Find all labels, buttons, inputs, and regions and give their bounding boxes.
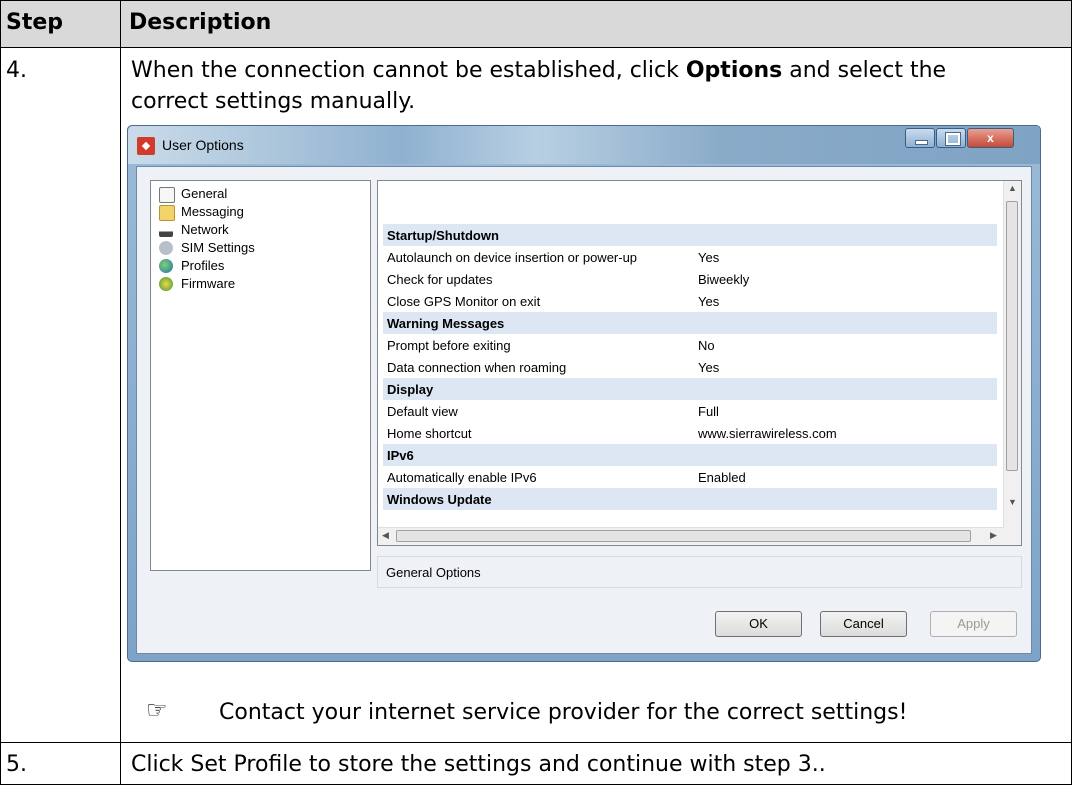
- ok-button[interactable]: OK: [715, 611, 802, 637]
- step-number: 5.: [6, 752, 27, 777]
- setting-row[interactable]: Home shortcut www.sierrawireless.com: [383, 422, 997, 444]
- step-description-line1: When the connection cannot be establishe…: [131, 55, 946, 86]
- desc-text-end: and select the: [782, 58, 947, 83]
- setting-value: Yes: [698, 250, 720, 265]
- scroll-right-icon[interactable]: ▶: [990, 530, 997, 541]
- setting-value: www.sierrawireless.com: [698, 426, 837, 441]
- table-header: Step Description: [0, 0, 1072, 48]
- section-header: Windows Update: [383, 488, 997, 510]
- options-nav: General Messaging Network SIM Settings P…: [150, 180, 371, 571]
- setting-row[interactable]: Close GPS Monitor on exit Yes: [383, 290, 997, 312]
- general-icon: [159, 187, 175, 203]
- section-title: Display: [387, 382, 434, 397]
- user-options-window: User Options x General Messaging Network…: [127, 125, 1041, 662]
- nav-label: Network: [181, 222, 229, 237]
- nav-label: General: [181, 186, 228, 201]
- setting-row[interactable]: Check for updates Biweekly: [383, 268, 997, 290]
- section-header: Startup/Shutdown: [383, 224, 997, 246]
- setting-row[interactable]: Autolaunch on device insertion or power-…: [383, 246, 997, 268]
- section-header: IPv6: [383, 444, 997, 466]
- settings-grid: Startup/Shutdown Autolaunch on device ins…: [377, 180, 1022, 546]
- section-title: Warning Messages: [387, 316, 505, 331]
- desc-text: When the connection cannot be establishe…: [131, 58, 686, 83]
- options-keyword: Options: [685, 58, 783, 83]
- section-title: IPv6: [387, 448, 414, 463]
- setting-name: Home shortcut: [387, 426, 472, 441]
- apply-button[interactable]: Apply: [930, 611, 1017, 637]
- scroll-left-icon[interactable]: ◀: [382, 530, 389, 541]
- row-divider: [0, 742, 1072, 743]
- window-title: User Options: [162, 137, 244, 153]
- setting-name: Check for updates: [387, 272, 493, 287]
- step-description-line2: correct settings manually.: [131, 89, 416, 114]
- setting-name: Prompt before exiting: [387, 338, 511, 353]
- sim-icon: [156, 238, 176, 258]
- setting-value: Biweekly: [698, 272, 750, 287]
- setting-row[interactable]: Automatically enable IPv6 Enabled: [383, 466, 997, 488]
- vertical-scroll-thumb[interactable]: [1006, 201, 1018, 471]
- nav-label: SIM Settings: [181, 240, 255, 255]
- download-icon: [159, 277, 173, 291]
- vertical-scrollbar[interactable]: ▲ ▼: [1003, 181, 1021, 545]
- setting-value: Yes: [698, 360, 720, 375]
- setting-name: Data connection when roaming: [387, 360, 567, 375]
- setting-value: Yes: [698, 294, 720, 309]
- note-text: Contact your internet service provider f…: [219, 700, 908, 725]
- section-title: Windows Update: [387, 492, 492, 507]
- setting-value: Full: [698, 404, 719, 419]
- scroll-down-icon[interactable]: ▼: [1008, 497, 1017, 507]
- setting-name: Automatically enable IPv6: [387, 470, 537, 485]
- column-divider: [120, 0, 121, 785]
- horizontal-scrollbar[interactable]: ◀ ▶: [378, 527, 1004, 545]
- setting-name: Default view: [387, 404, 458, 419]
- setting-row[interactable]: Data connection when roaming Yes: [383, 356, 997, 378]
- horizontal-scroll-thumb[interactable]: [396, 530, 971, 542]
- nav-label: Profiles: [181, 258, 225, 273]
- table-border-left: [0, 0, 1, 785]
- setting-name: Autolaunch on device insertion or power-…: [387, 250, 638, 265]
- minimize-icon[interactable]: [905, 128, 935, 148]
- window-client: General Messaging Network SIM Settings P…: [136, 166, 1032, 654]
- setting-value: Enabled: [698, 470, 746, 485]
- step-description: Click Set Profile to store the settings …: [131, 752, 826, 777]
- status-text: General Options: [386, 565, 481, 580]
- cancel-button[interactable]: Cancel: [820, 611, 907, 637]
- scroll-up-icon[interactable]: ▲: [1008, 183, 1017, 193]
- network-icon: [159, 223, 173, 237]
- setting-row[interactable]: Prompt before exiting No: [383, 334, 997, 356]
- setting-name: Close GPS Monitor on exit: [387, 294, 541, 309]
- status-panel: General Options: [377, 556, 1022, 588]
- pointing-hand-icon: ☞: [146, 696, 168, 724]
- app-icon: [137, 137, 155, 155]
- section-header: Display: [383, 378, 997, 400]
- maximize-icon[interactable]: [936, 128, 966, 148]
- nav-label: Messaging: [181, 204, 244, 219]
- header-step: Step: [6, 10, 64, 35]
- setting-value: No: [698, 338, 715, 353]
- step-number: 4.: [6, 58, 27, 83]
- nav-label: Firmware: [181, 276, 236, 291]
- section-header: Warning Messages: [383, 312, 997, 334]
- envelope-icon: [159, 205, 175, 221]
- globe-icon: [159, 259, 173, 273]
- window-titlebar: User Options x: [128, 126, 1040, 164]
- header-description: Description: [129, 10, 272, 35]
- section-title: Startup/Shutdown: [387, 228, 499, 243]
- close-icon[interactable]: x: [967, 128, 1014, 148]
- setting-row[interactable]: Default view Full: [383, 400, 997, 422]
